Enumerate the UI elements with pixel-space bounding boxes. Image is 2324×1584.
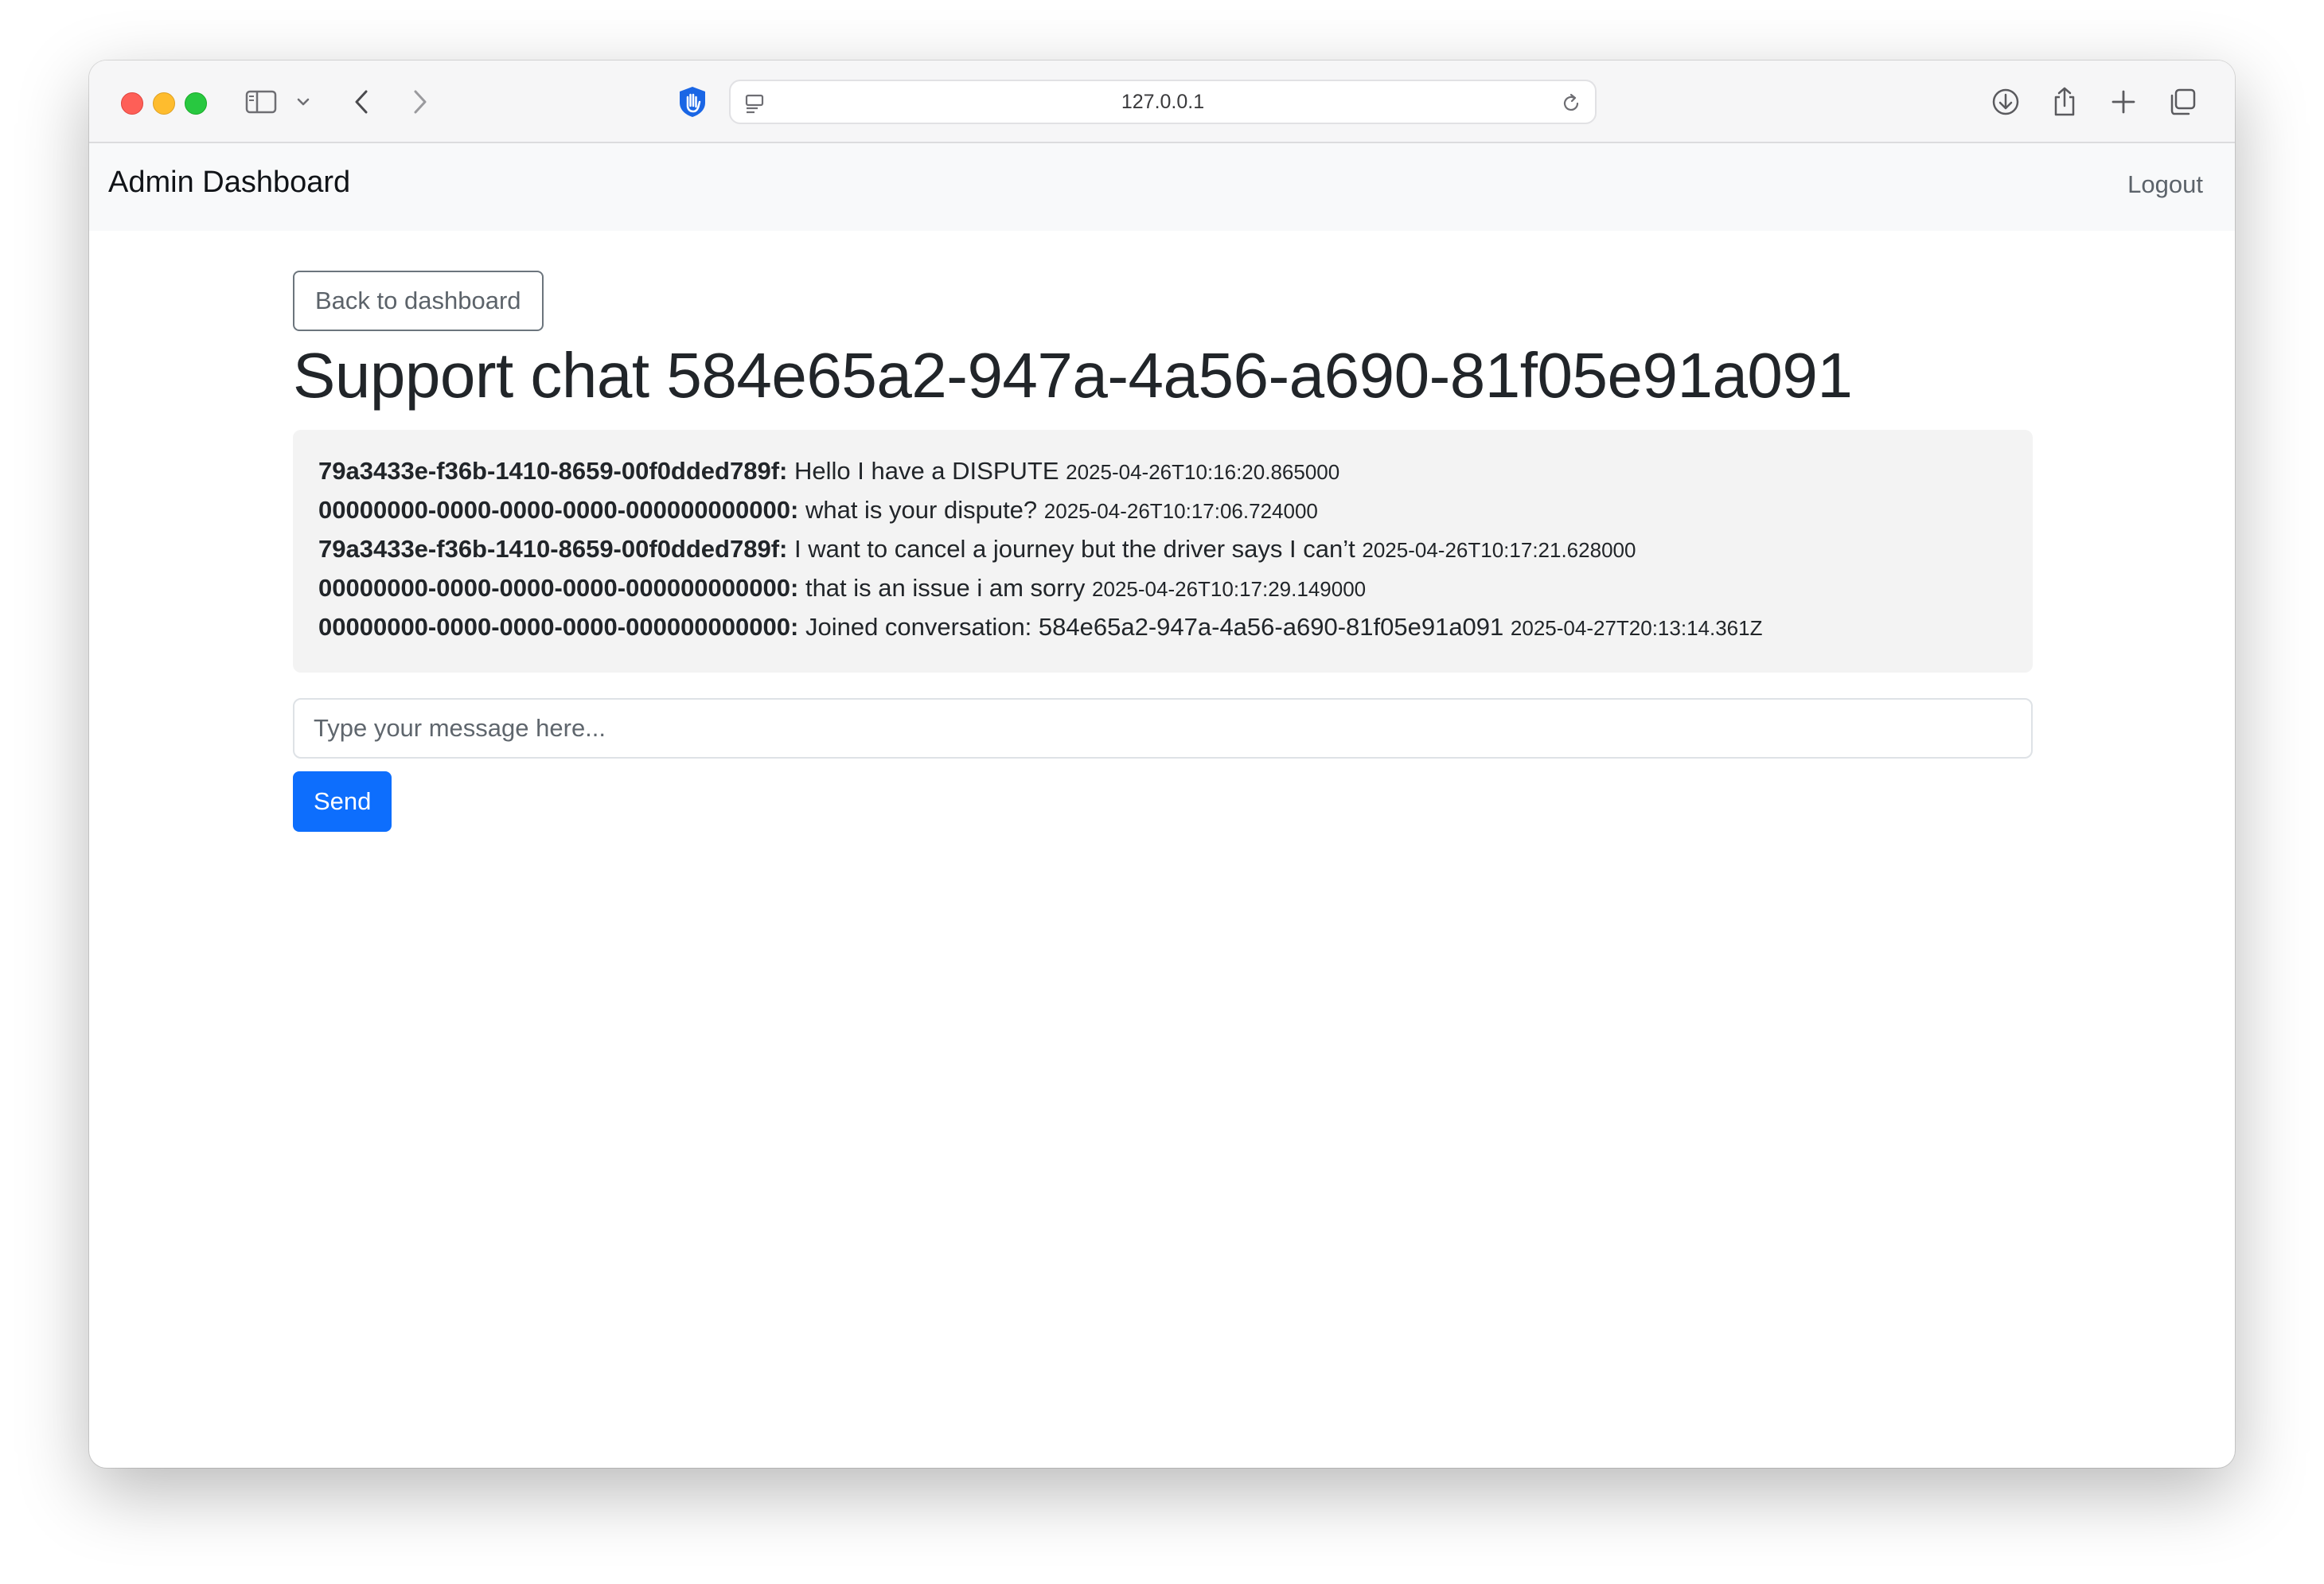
message-timestamp: 2025-04-26T10:16:20.865000 [1066,460,1340,484]
message-timestamp: 2025-04-26T10:17:06.724000 [1043,499,1318,523]
message-sender: 00000000-0000-0000-0000-000000000000: [318,574,799,602]
new-tab-icon[interactable] [2106,84,2141,119]
navbar-brand[interactable]: Admin Dashboard [108,166,350,200]
message-sender: 00000000-0000-0000-0000-000000000000: [318,496,799,524]
url-text[interactable]: 127.0.0.1 [731,81,1595,123]
message-text: Joined conversation: 584e65a2-947a-4a56-… [805,613,1504,641]
back-to-dashboard-button[interactable]: Back to dashboard [293,271,544,331]
admin-navbar: Admin Dashboard Logout [89,143,2235,231]
message-text: what is your dispute? [805,496,1038,524]
zoom-window-button[interactable] [185,92,207,115]
chevron-down-icon[interactable] [294,84,312,119]
message-sender: 79a3433e-f36b-1410-8659-00f0dded789f: [318,535,788,563]
chat-message: 00000000-0000-0000-0000-000000000000: Jo… [318,608,2007,647]
message-timestamp: 2025-04-27T20:13:14.361Z [1510,616,1763,640]
logout-link[interactable]: Logout [2127,170,2203,199]
message-input[interactable] [293,698,2033,759]
message-text: that is an issue i am sorry [805,574,1086,602]
share-icon[interactable] [2047,84,2082,119]
message-text: Hello I have a DISPUTE [794,457,1059,485]
back-arrow-icon[interactable] [344,84,379,119]
browser-toolbar: 127.0.0.1 [89,60,2235,143]
page-title: Support chat 584e65a2-947a-4a56-a690-81f… [293,340,1853,411]
sidebar-icon[interactable] [244,84,279,119]
reload-icon[interactable] [1555,86,1587,121]
close-window-button[interactable] [121,92,143,115]
send-button[interactable]: Send [293,771,392,832]
address-bar[interactable]: 127.0.0.1 [729,80,1597,124]
chat-messages: 79a3433e-f36b-1410-8659-00f0dded789f: He… [293,430,2033,673]
forward-arrow-icon[interactable] [403,84,438,119]
chat-message: 79a3433e-f36b-1410-8659-00f0dded789f: I … [318,530,2007,569]
chat-message: 79a3433e-f36b-1410-8659-00f0dded789f: He… [318,452,2007,491]
message-sender: 00000000-0000-0000-0000-000000000000: [318,613,799,641]
privacy-hand-icon[interactable] [675,84,710,119]
message-text: I want to cancel a journey but the drive… [794,535,1355,563]
tabs-overview-icon[interactable] [2165,84,2200,119]
chat-message: 00000000-0000-0000-0000-000000000000: th… [318,569,2007,608]
minimize-window-button[interactable] [153,92,175,115]
download-icon[interactable] [1988,84,2023,119]
message-timestamp: 2025-04-26T10:17:29.149000 [1092,577,1367,601]
message-timestamp: 2025-04-26T10:17:21.628000 [1362,538,1636,562]
browser-window: 127.0.0.1 Admin Dashboard Logout Back to… [89,60,2235,1468]
message-sender: 79a3433e-f36b-1410-8659-00f0dded789f: [318,457,788,485]
main-content: Back to dashboard Support chat 584e65a2-… [293,271,2033,832]
chat-message: 00000000-0000-0000-0000-000000000000: wh… [318,491,2007,530]
